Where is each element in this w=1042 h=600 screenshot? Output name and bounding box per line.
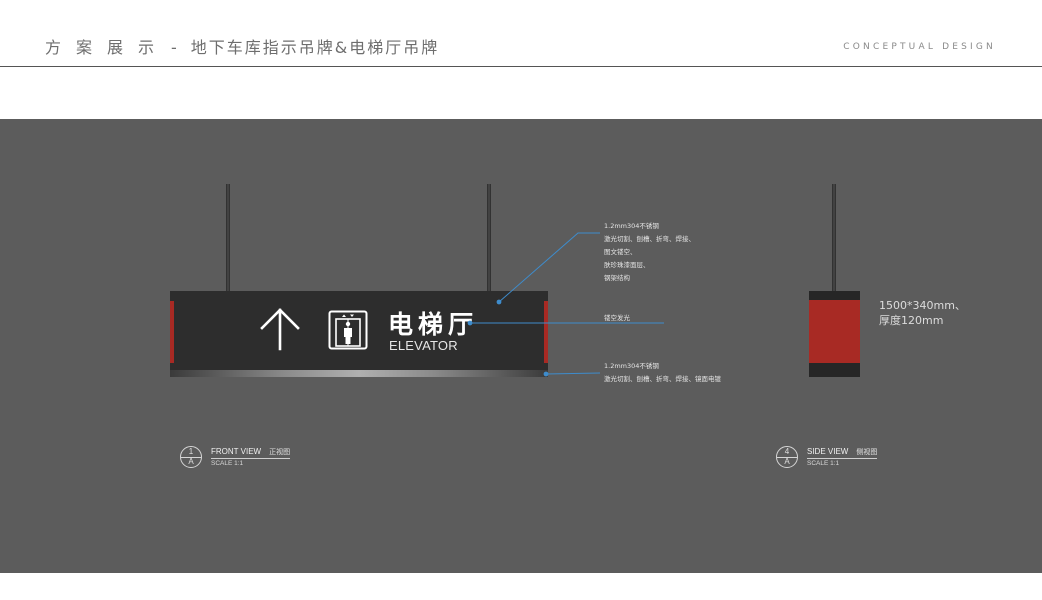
view-name-en: FRONT VIEW [211,447,262,456]
title-rest: 地下车库指示吊牌&电梯厅吊牌 [190,38,440,57]
view-name-cn: 正视图 [269,448,291,456]
view-name: SIDE VIEW 侧视图 [807,447,878,459]
title-separator: - [171,38,179,57]
view-number: 1 [188,447,194,456]
view-name: FRONT VIEW 正视图 [211,447,291,459]
view-number: 4 [784,447,790,456]
leader-lines [467,232,664,377]
view-scale: SCALE 1:1 [211,460,244,467]
view-name-en: SIDE VIEW [807,447,849,456]
view-scale: SCALE 1:1 [807,460,840,467]
view-letter: A [784,457,790,466]
view-letter: A [188,457,194,466]
title-main: 方案展示 [45,38,170,57]
page-title: 方案展示 - 地下车库指示吊牌&电梯厅吊牌 [45,34,439,58]
page-subtitle: CONCEPTUAL DESIGN [843,42,996,52]
view-name-cn: 侧视图 [856,448,878,456]
header-divider [0,66,1042,67]
drawing-panel: 电梯厅 ELEVATOR 1500*340mm、 厚度120mm 1.2mm30… [0,119,1042,573]
